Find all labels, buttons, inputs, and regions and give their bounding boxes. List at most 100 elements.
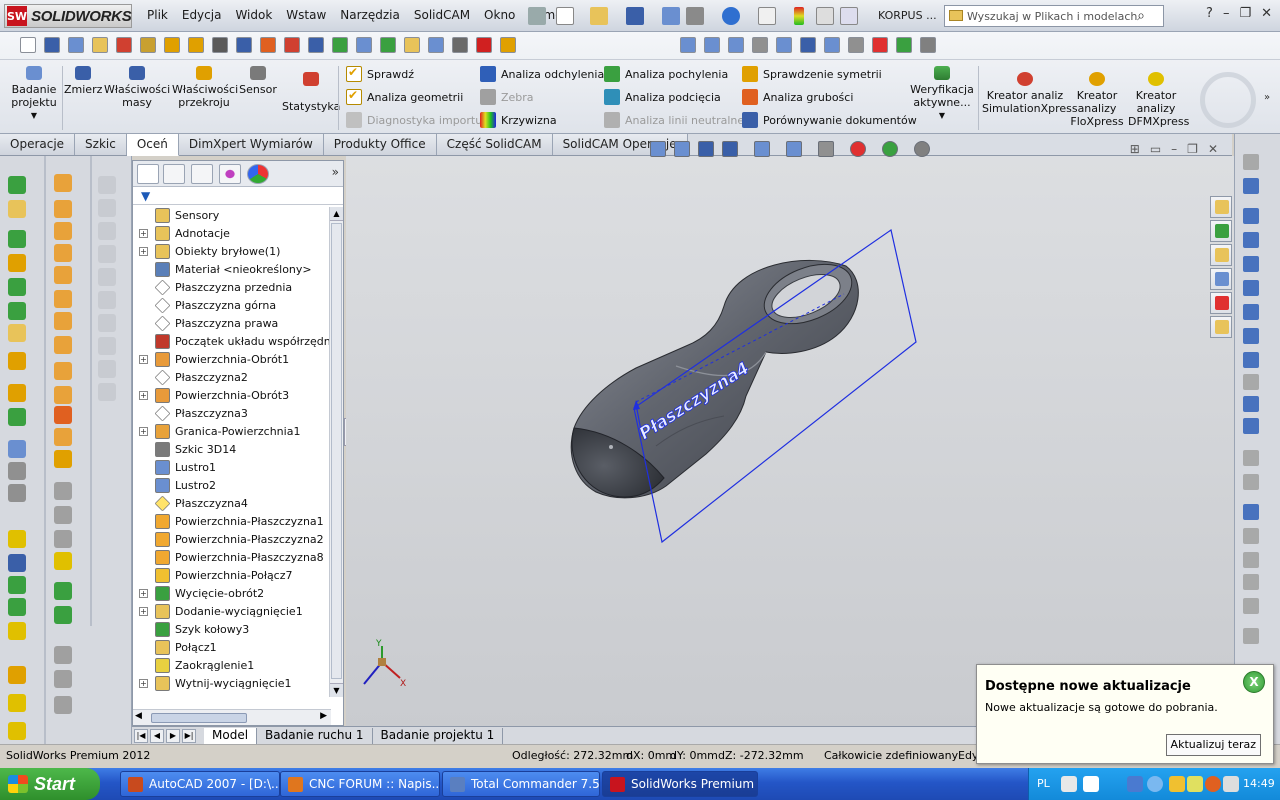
zoom-to-area-icon[interactable] (674, 141, 690, 157)
disabled-tool-2-icon[interactable] (98, 222, 116, 240)
ordinate-icon[interactable] (68, 37, 84, 53)
expand-icon[interactable]: + (139, 427, 148, 436)
taskbar-button-2[interactable]: Total Commander 7.5... (442, 771, 600, 797)
view-settings-icon[interactable] (896, 37, 912, 53)
surface-tool-1-icon[interactable] (54, 200, 72, 218)
scroll-thumb[interactable] (331, 223, 342, 679)
tray-app-icon[interactable] (1169, 776, 1185, 792)
surface-tool-18-icon[interactable] (54, 606, 72, 624)
feature-tool-16-icon[interactable] (8, 598, 26, 616)
notification-close-button[interactable]: X (1243, 671, 1265, 693)
expand-icon[interactable]: + (139, 247, 148, 256)
disabled-tool-0-icon[interactable] (98, 176, 116, 194)
scroll-right-icon[interactable]: ▶ (320, 711, 327, 721)
tree-item[interactable]: + Granica-Powierzchnia1 (133, 423, 329, 441)
last-tab-nav-icon[interactable]: ▶| (182, 728, 196, 743)
surface-tool-9-icon[interactable] (54, 386, 72, 404)
ordinate-dim-icon[interactable] (308, 37, 324, 53)
surface-tool-7-icon[interactable] (54, 336, 72, 354)
feature-tool-4-icon[interactable] (8, 278, 26, 296)
surface-tool-6-icon[interactable] (54, 312, 72, 330)
design-study-button[interactable]: Badanie projektu ▼ (6, 66, 62, 122)
model-tab-0[interactable]: Model (204, 727, 258, 744)
tree-item[interactable]: Płaszczyzna4 (133, 495, 329, 513)
tree-item[interactable]: Płaszczyzna prawa (133, 315, 329, 333)
mass-properties-button[interactable]: Właściwości masy (104, 66, 170, 109)
arrow-back-icon[interactable] (1147, 776, 1163, 792)
menu-item-0[interactable]: Plik (140, 8, 175, 22)
edit-appearance-icon[interactable] (848, 37, 864, 53)
feature-tree-vertical-scrollbar[interactable]: ▲ ▼ (329, 207, 343, 697)
tree-item[interactable]: Zaokrąglenie1 (133, 657, 329, 675)
tree-item[interactable]: Lustro1 (133, 459, 329, 477)
undercut-analysis-button[interactable]: Analiza podcięcia (604, 89, 721, 105)
view-triad[interactable]: Y X (363, 639, 406, 689)
network-icon[interactable] (1127, 776, 1143, 792)
update-now-button[interactable]: Aktualizuj teraz (1165, 734, 1261, 756)
menu-item-1[interactable]: Edycja (175, 8, 229, 22)
graphics-viewport[interactable]: Płaszczyzna4 Y X ⊞ ▭ – ❐ ✕ (346, 142, 1234, 728)
draft-analysis-button[interactable]: Analiza pochylenia (604, 66, 728, 82)
tree-item[interactable]: Materiał <nieokreślony> (133, 261, 329, 279)
deviation-analysis-button[interactable]: Analiza odchylenia (480, 66, 604, 82)
viewport-restore-button[interactable]: ❐ (1187, 142, 1198, 156)
help-icon[interactable]: ? (1206, 6, 1213, 21)
feature-tool-17-icon[interactable] (8, 622, 26, 640)
balloon-icon[interactable] (116, 37, 132, 53)
tray-update-icon[interactable] (1205, 776, 1221, 792)
display-style-icon[interactable] (786, 141, 802, 157)
compare-documents-button[interactable]: Porównywanie dokumentów (742, 112, 917, 128)
tree-item[interactable]: Powierzchnia-Połącz7 (133, 567, 329, 585)
sketch-tool-0-icon[interactable] (1243, 154, 1259, 170)
apply-scene-icon[interactable] (872, 37, 888, 53)
property-manager-tab-icon[interactable] (163, 164, 185, 184)
taskbar-button-0[interactable]: AutoCAD 2007 - [D:\... (120, 771, 280, 797)
hole-callout-icon[interactable] (260, 37, 276, 53)
search-input[interactable]: Wyszukaj w Plikach i modelach ⌕ (944, 5, 1164, 27)
sketch-tool-18-icon[interactable] (1243, 598, 1259, 614)
first-tab-nav-icon[interactable]: |◀ (134, 728, 148, 743)
solidworks-logo[interactable]: SW SOLIDWORKS (4, 4, 132, 28)
section-view-icon[interactable] (722, 141, 738, 157)
surface-tool-2-icon[interactable] (54, 222, 72, 240)
feature-tool-8-icon[interactable] (8, 384, 26, 402)
surface-tool-17-icon[interactable] (54, 582, 72, 600)
tab-3[interactable]: DimXpert Wymiarów (178, 134, 324, 155)
scroll-up-icon[interactable]: ▲ (330, 207, 343, 221)
help-tray-icon[interactable] (1083, 776, 1099, 792)
datum-icon[interactable] (164, 37, 180, 53)
scroll-down-icon[interactable]: ▼ (330, 683, 343, 697)
sensor-button[interactable]: Sensor (238, 66, 278, 96)
check-button[interactable]: Sprawdź (346, 65, 414, 82)
expand-icon[interactable]: + (139, 355, 148, 364)
tree-item[interactable]: + Wytnij-wyciągnięcie1 (133, 675, 329, 693)
datum-target-icon[interactable] (356, 37, 372, 53)
next-tab-nav-icon[interactable]: ▶ (166, 728, 180, 743)
tab-1[interactable]: Szkic (75, 134, 127, 155)
feature-tree-filter[interactable]: ▼ (133, 187, 343, 205)
expand-icon[interactable]: + (139, 229, 148, 238)
options-icon[interactable] (840, 7, 858, 25)
save-icon[interactable] (626, 7, 644, 25)
sketch-tool-8-icon[interactable] (1243, 352, 1259, 368)
prev-tab-nav-icon[interactable]: ◀ (150, 728, 164, 743)
tree-item[interactable]: + Wycięcie-obrót2 (133, 585, 329, 603)
select-arrow-icon[interactable] (758, 7, 776, 25)
sketch-tool-16-icon[interactable] (1243, 552, 1259, 568)
zebra-stripes-button[interactable]: Zebra (480, 89, 534, 105)
sketch-tool-12-icon[interactable] (1243, 450, 1259, 466)
feature-tool-7-icon[interactable] (8, 352, 26, 370)
feature-tool-2-icon[interactable] (8, 230, 26, 248)
display-style-icon[interactable] (800, 37, 816, 53)
menu-item-5[interactable]: SolidCAM (407, 8, 477, 22)
disabled-tool-7-icon[interactable] (98, 337, 116, 355)
simulationxpress-button[interactable]: Kreator analiz SimulationXpress (982, 72, 1078, 115)
sketch-tool-1-icon[interactable] (1243, 178, 1259, 194)
geometric-tolerance-icon[interactable] (188, 37, 204, 53)
statistics-button[interactable]: Statystyka (282, 72, 340, 113)
rebuild-icon[interactable] (662, 7, 680, 25)
view-settings-icon[interactable] (914, 141, 930, 157)
taskbar-button-1[interactable]: CNC FORUM :: Napis... (280, 771, 440, 797)
tree-item[interactable]: Powierzchnia-Płaszczyzna1 (133, 513, 329, 531)
disabled-tool-1-icon[interactable] (98, 199, 116, 217)
